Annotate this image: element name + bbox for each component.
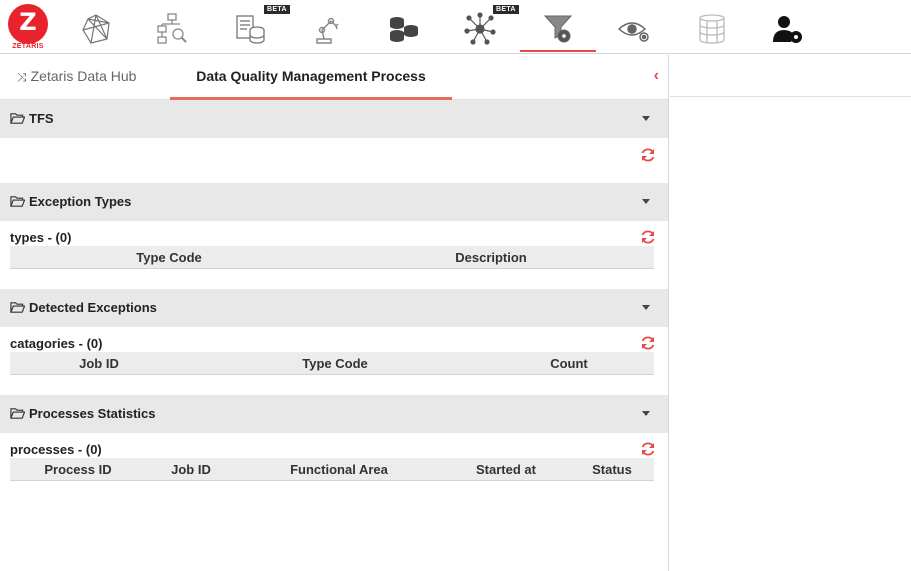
top-nav-bar: Z ZETARIS BETA BETA: [0, 0, 911, 54]
funnel-gear-icon: [543, 15, 573, 43]
grid-header: Process ID Job ID Functional Area Starte…: [10, 458, 654, 481]
refresh-icon[interactable]: [640, 335, 656, 351]
node-network-icon: [464, 12, 496, 45]
grid-header: Type Code Description: [10, 246, 654, 269]
tab-bar: ⤨ Zetaris Data Hub Data Quality Managemen…: [0, 55, 668, 100]
database-stack-icon: [390, 17, 418, 42]
right-panel-divider: [670, 96, 911, 97]
column-header-job-id[interactable]: Job ID: [146, 462, 236, 477]
folder-open-icon: [10, 302, 25, 313]
column-header-count[interactable]: Count: [480, 356, 658, 371]
beta-badge: BETA: [493, 5, 519, 14]
column-header-functional-area[interactable]: Functional Area: [236, 462, 442, 477]
tab-zetaris-data-hub[interactable]: ⤨ Zetaris Data Hub: [17, 55, 136, 100]
section-header-processes-statistics[interactable]: Processes Statistics: [0, 395, 668, 433]
refresh-icon[interactable]: [640, 229, 656, 245]
section-header-tfs[interactable]: TFS: [0, 100, 668, 138]
logo-letter: Z: [19, 8, 37, 36]
folder-open-icon: [10, 196, 25, 207]
nav-workflow-search[interactable]: [134, 6, 210, 52]
user-settings-icon: [773, 16, 802, 43]
section-title: TFS: [29, 111, 54, 126]
network-graph-icon: [82, 14, 110, 44]
section-header-exception-types[interactable]: Exception Types: [0, 183, 668, 221]
nav-data-quality[interactable]: [520, 6, 596, 52]
column-header-started-at[interactable]: Started at: [442, 462, 570, 477]
column-header-process-id[interactable]: Process ID: [10, 462, 146, 477]
tab-label: Zetaris Data Hub: [30, 68, 137, 84]
nav-node-network[interactable]: BETA: [442, 5, 519, 52]
workflow-search-icon: [157, 13, 187, 44]
nav-network-graph[interactable]: [58, 6, 134, 52]
list-title: processes - (0): [10, 442, 102, 457]
nav-document-database[interactable]: BETA: [212, 5, 290, 52]
logo-badge: Z: [8, 4, 48, 44]
nav-robot-arm[interactable]: [288, 6, 364, 52]
caret-down-icon: [642, 305, 650, 310]
shuffle-icon: ⤨: [17, 70, 27, 84]
folder-open-icon: [10, 408, 25, 419]
tab-data-quality-management[interactable]: Data Quality Management Process: [170, 55, 452, 100]
grid-header: Job ID Type Code Count: [10, 352, 654, 375]
nav-eye-gear[interactable]: [596, 6, 672, 52]
refresh-icon[interactable]: [640, 147, 656, 163]
section-header-detected-exceptions[interactable]: Detected Exceptions: [0, 289, 668, 327]
column-header-type-code[interactable]: Type Code: [10, 250, 328, 265]
nav-user-settings[interactable]: [750, 6, 826, 52]
collapse-panel-icon[interactable]: ‹: [654, 67, 659, 85]
section-title: Detected Exceptions: [29, 300, 157, 315]
section-title: Exception Types: [29, 194, 132, 209]
caret-down-icon: [642, 199, 650, 204]
column-header-description[interactable]: Description: [328, 250, 654, 265]
column-header-status[interactable]: Status: [570, 462, 654, 477]
column-header-type-code[interactable]: Type Code: [240, 356, 430, 371]
list-title: catagories - (0): [10, 336, 103, 351]
section-title: Processes Statistics: [29, 406, 156, 421]
column-header-job-id[interactable]: Job ID: [10, 356, 188, 371]
zetaris-logo[interactable]: Z ZETARIS: [7, 4, 49, 50]
list-title: types - (0): [10, 230, 72, 245]
nav-server-stack[interactable]: [674, 6, 750, 52]
server-stack-icon: [699, 14, 725, 44]
beta-badge: BETA: [264, 5, 290, 14]
left-panel: ⤨ Zetaris Data Hub Data Quality Managemen…: [0, 55, 669, 571]
nav-database-stack[interactable]: [366, 6, 442, 52]
caret-down-icon: [642, 116, 650, 121]
robot-arm-icon: [316, 17, 339, 44]
refresh-icon[interactable]: [640, 441, 656, 457]
tab-label: Data Quality Management Process: [196, 68, 426, 84]
folder-open-icon: [10, 113, 25, 124]
caret-down-icon: [642, 411, 650, 416]
logo-text: ZETARIS: [12, 43, 44, 50]
eye-gear-icon: [617, 22, 649, 42]
document-database-icon: [236, 15, 265, 44]
right-panel: [670, 55, 911, 571]
